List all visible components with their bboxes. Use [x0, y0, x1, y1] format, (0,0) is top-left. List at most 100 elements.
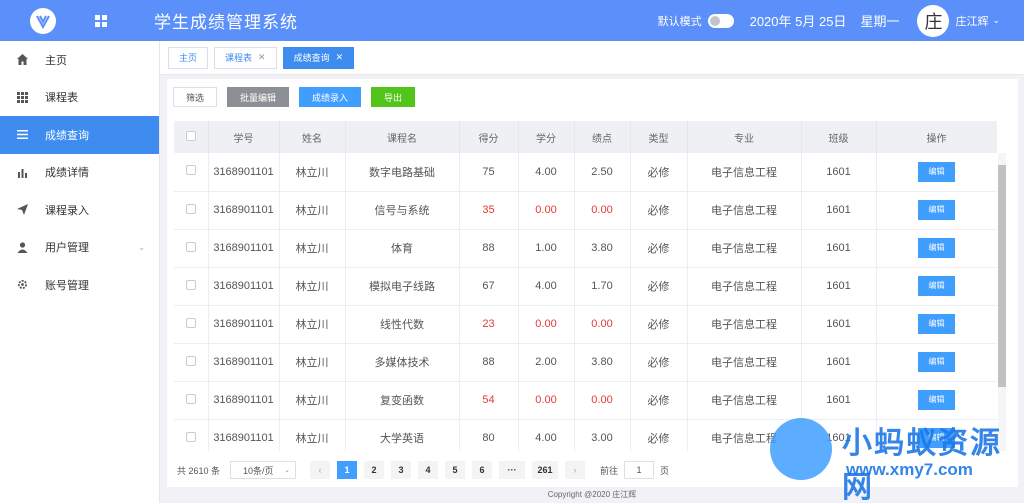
app-logo[interactable] — [0, 0, 86, 41]
scrollbar-thumb[interactable] — [998, 165, 1006, 387]
sidebar-item-course-entry[interactable]: 课程录入 — [0, 191, 159, 229]
sidebar-item-user-management[interactable]: 用户管理 ⌄ — [0, 229, 159, 267]
sidebar-item-label: 成绩查询 — [45, 129, 89, 142]
column-header[interactable]: 类型 — [630, 121, 688, 153]
table-row[interactable]: 3168901101 林立川 数字电路基础 75 4.00 2.50 必修 电子信息工程 160… — [174, 153, 997, 192]
bar-chart-icon — [16, 166, 28, 178]
row-select-cell[interactable] — [174, 305, 209, 344]
page-number-button[interactable]: 5 — [445, 461, 466, 479]
edit-button[interactable]: 编辑 — [918, 314, 955, 334]
edit-button[interactable]: 编辑 — [918, 161, 955, 182]
row-select-cell[interactable] — [174, 381, 209, 420]
sidebar-item-score-query[interactable]: 成绩查询 — [0, 116, 159, 154]
enter-scores-button[interactable]: 成绩录入 — [299, 87, 362, 107]
sidebar-item-timetable[interactable]: 课程表 — [0, 79, 159, 117]
table-row[interactable]: 3168901101 林立川 多媒体技术 88 2.00 3.80 必修 电子信息工程 1601… — [174, 343, 997, 382]
table-cell: 80 — [459, 419, 519, 451]
column-header[interactable]: 学分 — [518, 121, 575, 153]
goto-page-input[interactable]: 1 — [624, 461, 655, 479]
filter-button[interactable]: 筛选 — [173, 87, 218, 107]
tab-timetable[interactable]: 课程表 ✕ — [214, 46, 277, 69]
tab-home[interactable]: 主页 — [168, 46, 209, 69]
row-select-cell[interactable] — [174, 419, 209, 451]
watermark: 小蚂蚁资源网 www.xmy7.com — [770, 414, 1020, 503]
tab-score-query[interactable]: 成绩查询 ✕ — [282, 46, 355, 69]
table-cell: 必修 — [630, 153, 688, 192]
menu-toggle-icon[interactable] — [86, 14, 116, 27]
table-cell: 1601 — [801, 229, 877, 268]
edit-button[interactable]: 编辑 — [918, 352, 955, 372]
row-select-cell[interactable] — [174, 343, 209, 382]
table-row[interactable]: 3168901101 林立川 信号与系统 35 0.00 0.00 必修 电子信息工程 1601… — [174, 191, 997, 230]
table-scrollbar[interactable] — [998, 153, 1006, 451]
sidebar-item-home[interactable]: 主页 — [0, 41, 159, 79]
action-cell: 编辑 — [876, 343, 997, 382]
table-header-row: 学号 姓名 课程名 得分 学分 绩点 类型 专业 班级 操作 — [174, 121, 997, 153]
edit-button[interactable]: 编辑 — [918, 276, 955, 296]
row-checkbox[interactable] — [185, 241, 196, 252]
row-checkbox[interactable] — [185, 279, 196, 290]
next-page-button[interactable]: › — [565, 461, 586, 479]
current-weekday: 星期一 — [860, 14, 900, 29]
column-header[interactable]: 班级 — [801, 121, 877, 153]
tab-label: 成绩查询 — [293, 53, 330, 63]
app-title: 学生成绩管理系统 — [154, 13, 298, 32]
sidebar-item-account-management[interactable]: 账号管理 — [0, 266, 159, 304]
mode-toggle[interactable]: 默认模式 — [658, 13, 734, 29]
row-checkbox[interactable] — [185, 393, 196, 404]
column-header[interactable]: 专业 — [687, 121, 802, 153]
table-cell: 必修 — [630, 381, 688, 420]
row-checkbox[interactable] — [185, 317, 196, 328]
page-number-button[interactable]: 2 — [364, 461, 385, 479]
select-all-cell[interactable] — [174, 121, 209, 153]
top-header: 学生成绩管理系统 默认模式 2020年 5月 25日 星期一 庄 庄江辉 ⌄ — [0, 0, 1024, 41]
row-checkbox[interactable] — [185, 165, 196, 176]
table-cell: 林立川 — [279, 305, 346, 344]
batch-edit-button[interactable]: 批量编辑 — [227, 87, 290, 107]
row-select-cell[interactable] — [174, 267, 209, 306]
page-number-button[interactable]: 4 — [418, 461, 439, 479]
export-button[interactable]: 导出 — [371, 87, 416, 107]
row-checkbox[interactable] — [185, 203, 196, 214]
close-icon[interactable]: ✕ — [258, 52, 266, 63]
current-date: 2020年 5月 25日 — [749, 14, 847, 29]
column-header[interactable]: 姓名 — [279, 121, 346, 153]
prev-page-button[interactable]: ‹ — [310, 461, 331, 479]
username[interactable]: 庄江辉 — [955, 13, 988, 29]
sidebar-item-score-detail[interactable]: 成绩详情 — [0, 154, 159, 192]
page-number-button[interactable]: 6 — [472, 461, 493, 479]
edit-button[interactable]: 编辑 — [918, 390, 955, 410]
page-number-button[interactable]: 1 — [337, 461, 358, 479]
table-row[interactable]: 3168901101 林立川 线性代数 23 0.00 0.00 必修 电子信息工程 1601 编… — [174, 305, 997, 344]
edit-button[interactable]: 编辑 — [918, 238, 955, 258]
row-checkbox[interactable] — [185, 431, 196, 442]
avatar[interactable]: 庄 — [917, 4, 950, 37]
column-header[interactable]: 学号 — [208, 121, 280, 153]
close-icon[interactable]: ✕ — [336, 52, 344, 63]
row-select-cell[interactable] — [174, 191, 209, 230]
table-cell: 0.00 — [574, 191, 631, 230]
row-select-cell[interactable] — [174, 229, 209, 268]
column-header[interactable]: 课程名 — [345, 121, 460, 153]
chevron-down-icon[interactable]: ⌄ — [992, 15, 1000, 26]
select-all-checkbox[interactable] — [185, 130, 196, 141]
table-cell: 林立川 — [279, 153, 346, 192]
table-cell: 88 — [459, 343, 519, 382]
table-cell: 1601 — [801, 343, 877, 382]
gear-icon — [16, 279, 28, 291]
page-size-select[interactable]: 10条/页 ⌄ — [230, 461, 297, 479]
mode-switch[interactable] — [707, 13, 734, 28]
page-ellipsis[interactable]: ··· — [499, 461, 526, 479]
column-header[interactable]: 绩点 — [574, 121, 631, 153]
column-header[interactable]: 得分 — [459, 121, 519, 153]
page-size-value: 10条/页 — [243, 465, 274, 476]
table-row[interactable]: 3168901101 林立川 体育 88 1.00 3.80 必修 电子信息工程 1601 编辑 — [174, 229, 997, 268]
page-number-button[interactable]: 3 — [391, 461, 412, 479]
row-checkbox[interactable] — [185, 355, 196, 366]
table-row[interactable]: 3168901101 林立川 模拟电子线路 67 4.00 1.70 必修 电子信息工程 160… — [174, 267, 997, 306]
row-select-cell[interactable] — [174, 153, 209, 192]
page-number-button[interactable]: 261 — [532, 461, 559, 479]
table-cell: 3.00 — [574, 419, 631, 451]
edit-button[interactable]: 编辑 — [918, 200, 955, 220]
table-cell: 1.00 — [518, 229, 575, 268]
